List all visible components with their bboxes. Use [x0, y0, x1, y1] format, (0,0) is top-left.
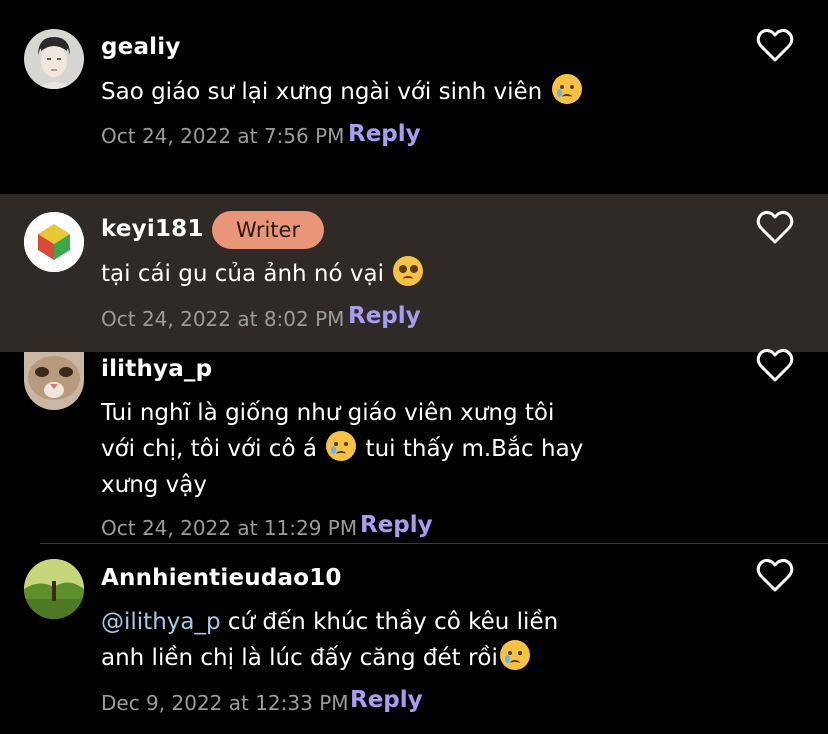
reply-button[interactable]: Reply	[350, 687, 423, 713]
heart-icon[interactable]	[755, 26, 795, 66]
timestamp: Dec 9, 2022 at 12:33 PM	[101, 691, 349, 715]
comment-text: @ilithya_p cứ đến khúc thầy cô kêu liền …	[101, 609, 559, 671]
comment-text: Tui nghĩ là giống như giáo viên xưng tôi…	[101, 400, 584, 498]
avatar[interactable]	[24, 212, 84, 272]
username[interactable]: ilithya_p	[101, 356, 212, 382]
heart-icon[interactable]	[755, 208, 795, 248]
timestamp: Oct 24, 2022 at 11:29 PM	[101, 516, 358, 540]
avatar[interactable]	[24, 559, 84, 619]
username[interactable]: gealiy	[101, 34, 181, 60]
username[interactable]: keyi181	[101, 216, 204, 242]
comment-item: Annhientieudao10 @ilithya_p cứ đến khúc …	[0, 543, 828, 734]
avatar[interactable]	[24, 352, 84, 410]
smiling-face-with-tear-icon	[551, 74, 582, 104]
reply-button[interactable]: Reply	[348, 121, 421, 147]
mention-link[interactable]: @ilithya_p	[101, 609, 221, 635]
comment-item: gealiy Sao giáo sư lại xưng ngài với sin…	[0, 0, 828, 194]
reply-button[interactable]: Reply	[360, 512, 433, 538]
heart-icon[interactable]	[755, 556, 795, 596]
avatar[interactable]	[24, 29, 84, 89]
pleading-face-icon	[393, 256, 424, 286]
timestamp: Oct 24, 2022 at 8:02 PM	[101, 307, 345, 331]
comment-item-highlighted: keyi181 Writer tại cái gu của ảnh nó vại…	[0, 194, 828, 352]
comment-item: ilithya_p Tui nghĩ là giống như giáo viê…	[0, 348, 828, 543]
smiling-face-with-tear-icon	[499, 640, 530, 670]
timestamp: Oct 24, 2022 at 7:56 PM	[101, 124, 345, 148]
heart-icon[interactable]	[755, 346, 795, 386]
reply-button[interactable]: Reply	[348, 303, 421, 329]
comment-text: tại cái gu của ảnh nó vại	[101, 256, 621, 292]
smiling-face-with-tear-icon	[326, 431, 357, 461]
comment-text: Sao giáo sư lại xưng ngài với sinh viên	[101, 74, 621, 110]
username[interactable]: Annhientieudao10	[101, 565, 342, 591]
writer-badge: Writer	[212, 211, 325, 249]
